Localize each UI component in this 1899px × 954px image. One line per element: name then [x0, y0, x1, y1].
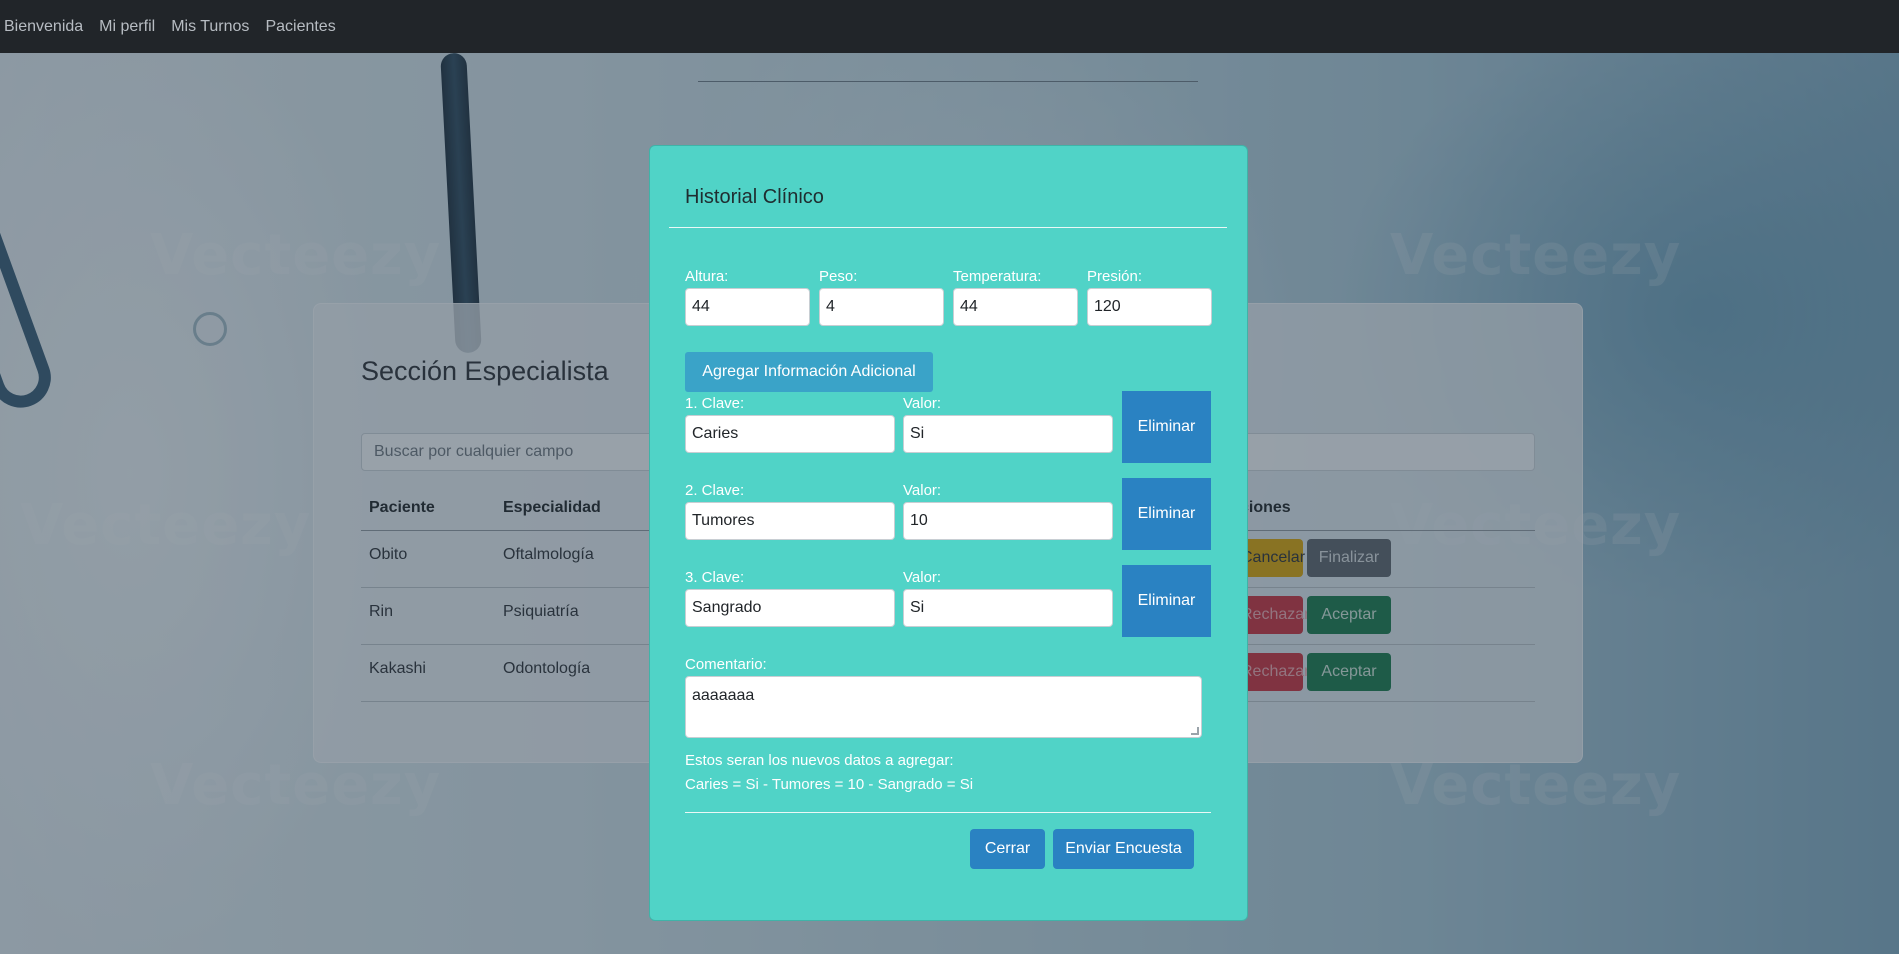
value-label: Valor:	[903, 569, 942, 586]
value-field[interactable]: Si	[903, 589, 1113, 627]
comment-label: Comentario:	[685, 656, 767, 673]
altura-field[interactable]: 44	[685, 288, 810, 326]
comment-textarea[interactable]: aaaaaaa	[685, 676, 1202, 738]
value-label: Valor:	[903, 482, 942, 499]
key-field[interactable]: Tumores	[685, 502, 895, 540]
value-field[interactable]: 10	[903, 502, 1113, 540]
top-navbar: Bienvenida Mi perfil Mis Turnos Paciente…	[0, 0, 1899, 53]
temperatura-label: Temperatura:	[953, 268, 1042, 285]
modal-footer-divider	[685, 812, 1211, 813]
key-label: 3. Clave:	[685, 569, 745, 586]
comment-text: aaaaaaa	[692, 687, 755, 704]
value-label: Valor:	[903, 395, 942, 412]
nav-item-mi-perfil[interactable]: Mi perfil	[99, 18, 155, 36]
key-field[interactable]: Sangrado	[685, 589, 895, 627]
resize-handle-icon[interactable]	[1191, 727, 1199, 735]
clinical-history-modal: Historial Clínico Altura: Peso: Temperat…	[649, 145, 1248, 921]
key-field[interactable]: Caries	[685, 415, 895, 453]
summary-label: Estos seran los nuevos datos a agregar:	[685, 752, 954, 769]
presion-field[interactable]: 120	[1087, 288, 1212, 326]
value-field[interactable]: Si	[903, 415, 1113, 453]
delete-button[interactable]: Eliminar	[1122, 478, 1211, 550]
add-info-button[interactable]: Agregar Información Adicional	[685, 352, 933, 392]
presion-label: Presión:	[1087, 268, 1143, 285]
altura-label: Altura:	[685, 268, 729, 285]
submit-survey-button[interactable]: Enviar Encuesta	[1053, 829, 1194, 869]
peso-label: Peso:	[819, 268, 858, 285]
key-label: 2. Clave:	[685, 482, 745, 499]
delete-button[interactable]: Eliminar	[1122, 565, 1211, 637]
delete-button[interactable]: Eliminar	[1122, 391, 1211, 463]
close-button[interactable]: Cerrar	[970, 829, 1045, 869]
nav-item-mis-turnos[interactable]: Mis Turnos	[171, 18, 249, 36]
nav-item-bienvenida[interactable]: Bienvenida	[4, 18, 83, 36]
nav-item-pacientes[interactable]: Pacientes	[265, 18, 335, 36]
temperatura-field[interactable]: 44	[953, 288, 1078, 326]
peso-field[interactable]: 4	[819, 288, 944, 326]
modal-header-divider	[669, 227, 1227, 228]
summary-value: Caries = Si - Tumores = 10 - Sangrado = …	[685, 776, 974, 793]
key-label: 1. Clave:	[685, 395, 745, 412]
modal-title: Historial Clínico	[685, 186, 824, 208]
